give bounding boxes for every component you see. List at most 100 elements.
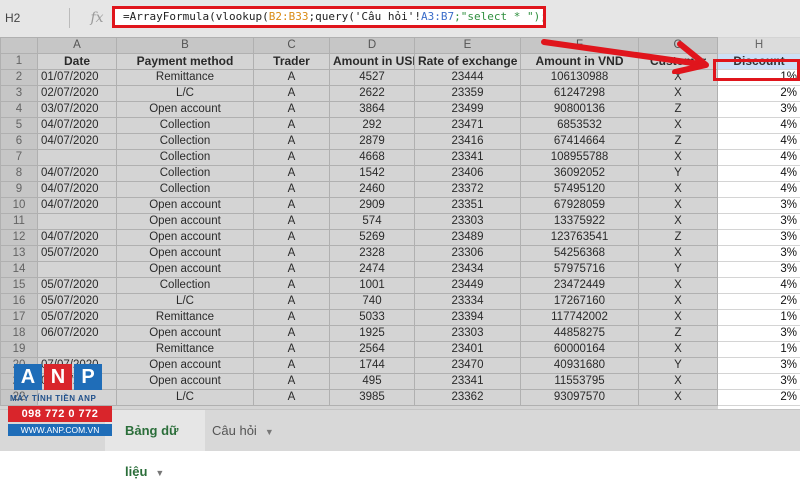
cell-trader[interactable]: A — [254, 214, 330, 230]
cell-usd[interactable]: 3985 — [330, 390, 415, 406]
cell-date[interactable]: 06/07/2020 — [38, 326, 117, 342]
cell-trader[interactable]: A — [254, 118, 330, 134]
cell-method[interactable]: L/C — [117, 294, 254, 310]
cell-rate[interactable]: 23341 — [415, 150, 521, 166]
cell-trader[interactable]: A — [254, 166, 330, 182]
cell-cust[interactable]: X — [639, 198, 718, 214]
cell-usd[interactable]: 4668 — [330, 150, 415, 166]
cell-disc[interactable]: 4% — [718, 118, 800, 134]
select-all-corner[interactable] — [1, 38, 38, 54]
cell-usd[interactable]: 740 — [330, 294, 415, 310]
cell-rate[interactable]: 23470 — [415, 358, 521, 374]
cell-cust[interactable]: X — [639, 150, 718, 166]
row-number[interactable]: 16 — [1, 294, 38, 310]
column-header-c[interactable]: C — [254, 38, 330, 54]
cell-usd[interactable]: 1001 — [330, 278, 415, 294]
cell-cust[interactable]: X — [639, 374, 718, 390]
cell-rate[interactable]: 23341 — [415, 374, 521, 390]
cell-disc[interactable]: 4% — [718, 182, 800, 198]
cell-method[interactable]: Open account — [117, 358, 254, 374]
cell-trader[interactable]: A — [254, 134, 330, 150]
cell-disc[interactable]: 3% — [718, 326, 800, 342]
cell-usd[interactable]: 2564 — [330, 342, 415, 358]
cell-vnd[interactable]: 57495120 — [521, 182, 639, 198]
spreadsheet-grid[interactable]: ABCDEFGH1DatePayment methodTraderAmount … — [0, 37, 800, 409]
cell-method[interactable]: Open account — [117, 262, 254, 278]
cell-vnd[interactable]: 44858275 — [521, 326, 639, 342]
cell-cust[interactable]: Z — [639, 134, 718, 150]
row-number[interactable]: 5 — [1, 118, 38, 134]
row-number[interactable]: 17 — [1, 310, 38, 326]
cell-cust[interactable]: X — [639, 86, 718, 102]
cell-date[interactable]: 04/07/2020 — [38, 182, 117, 198]
cell-disc[interactable]: 4% — [718, 134, 800, 150]
row-number[interactable]: 14 — [1, 262, 38, 278]
formula-input[interactable]: =ArrayFormula(vlookup(B2:B33;query('Câu … — [112, 6, 546, 28]
cell-usd[interactable]: 5033 — [330, 310, 415, 326]
cell-method[interactable]: Remittance — [117, 310, 254, 326]
cell-date[interactable]: 04/07/2020 — [38, 118, 117, 134]
cell-rate[interactable]: 23434 — [415, 262, 521, 278]
cell-cust[interactable]: X — [639, 214, 718, 230]
cell-date[interactable]: 05/07/2020 — [38, 310, 117, 326]
cell-method[interactable]: Open account — [117, 246, 254, 262]
cell-vnd[interactable]: 40931680 — [521, 358, 639, 374]
cell-rate[interactable]: 23449 — [415, 278, 521, 294]
row-number[interactable]: 7 — [1, 150, 38, 166]
cell-method[interactable]: Collection — [117, 134, 254, 150]
cell-vnd[interactable]: 36092052 — [521, 166, 639, 182]
cell-method[interactable]: L/C — [117, 86, 254, 102]
cell-usd[interactable]: 1925 — [330, 326, 415, 342]
cell-rate[interactable]: 23334 — [415, 294, 521, 310]
cell-trader[interactable]: A — [254, 374, 330, 390]
cell-trader[interactable]: A — [254, 70, 330, 86]
cell-date[interactable] — [38, 262, 117, 278]
cell-rate[interactable]: 23489 — [415, 230, 521, 246]
column-header-d[interactable]: D — [330, 38, 415, 54]
cell-usd[interactable]: 574 — [330, 214, 415, 230]
tab-bang-du-lieu[interactable]: Bảng dữ liệu▼ — [105, 410, 205, 451]
cell-cust[interactable]: Y — [639, 262, 718, 278]
cell-cust[interactable]: Z — [639, 326, 718, 342]
cell-usd[interactable]: 2622 — [330, 86, 415, 102]
cell-disc[interactable]: 3% — [718, 102, 800, 118]
cell-vnd[interactable]: 123763541 — [521, 230, 639, 246]
cell-rate[interactable]: 23416 — [415, 134, 521, 150]
cell-date[interactable]: 05/07/2020 — [38, 294, 117, 310]
cell-method[interactable]: Remittance — [117, 342, 254, 358]
cell-cust[interactable]: Y — [639, 358, 718, 374]
cell-method[interactable]: Remittance — [117, 70, 254, 86]
cell-usd[interactable]: 2460 — [330, 182, 415, 198]
cell-usd[interactable]: 4527 — [330, 70, 415, 86]
cell-date[interactable] — [38, 150, 117, 166]
cell-rate[interactable]: 23394 — [415, 310, 521, 326]
cell-date[interactable]: 04/07/2020 — [38, 198, 117, 214]
cell-vnd[interactable]: 23472449 — [521, 278, 639, 294]
header-cell[interactable]: Payment method — [117, 54, 254, 70]
cell-cust[interactable]: Y — [639, 166, 718, 182]
cell-trader[interactable]: A — [254, 102, 330, 118]
cell-usd[interactable]: 3864 — [330, 102, 415, 118]
cell-disc[interactable]: 2% — [718, 390, 800, 406]
row-number[interactable]: 18 — [1, 326, 38, 342]
row-number[interactable]: 19 — [1, 342, 38, 358]
cell-method[interactable]: Open account — [117, 326, 254, 342]
cell-trader[interactable]: A — [254, 358, 330, 374]
header-cell[interactable]: Rate of exchange — [415, 54, 521, 70]
cell-method[interactable]: Collection — [117, 118, 254, 134]
cell-disc[interactable]: 1% — [718, 342, 800, 358]
cell-trader[interactable]: A — [254, 246, 330, 262]
cell-date[interactable] — [38, 342, 117, 358]
cell-trader[interactable]: A — [254, 150, 330, 166]
cell-rate[interactable]: 23359 — [415, 86, 521, 102]
chevron-down-icon[interactable]: ▼ — [155, 468, 164, 478]
cell-trader[interactable]: A — [254, 86, 330, 102]
cell-usd[interactable]: 5269 — [330, 230, 415, 246]
column-header-a[interactable]: A — [38, 38, 117, 54]
cell-usd[interactable]: 495 — [330, 374, 415, 390]
cell-disc[interactable]: 3% — [718, 198, 800, 214]
cell-rate[interactable]: 23444 — [415, 70, 521, 86]
cell-date[interactable]: 04/07/2020 — [38, 134, 117, 150]
cell-date[interactable]: 05/07/2020 — [38, 278, 117, 294]
cell-cust[interactable]: X — [639, 390, 718, 406]
